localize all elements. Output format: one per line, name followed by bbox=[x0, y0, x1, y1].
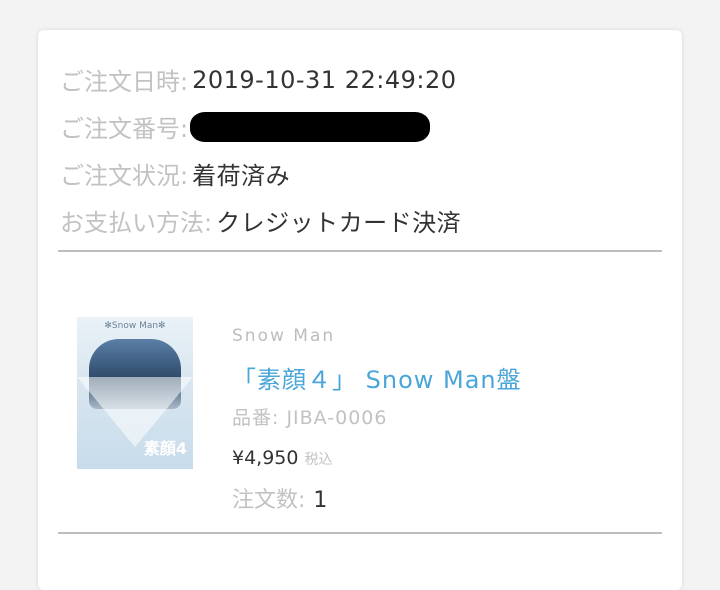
payment-method-value: クレジットカード決済 bbox=[216, 209, 462, 237]
price-value: ¥4,950 bbox=[232, 447, 299, 469]
product-price: ¥4,950 税込 bbox=[232, 447, 332, 469]
order-number-label: ご注文番号: bbox=[60, 115, 189, 143]
order-date-value: 2019-10-31 22:49:20 bbox=[192, 65, 457, 94]
order-date-label: ご注文日時: bbox=[60, 68, 189, 96]
order-number-row: ご注文番号: bbox=[60, 103, 660, 150]
product-thumbnail[interactable]: ✻Snow Man✻ 素顔4 bbox=[77, 317, 193, 469]
payment-method-label: お支払い方法: bbox=[60, 209, 213, 237]
product-artist: Snow Man bbox=[232, 326, 336, 346]
order-status-row: ご注文状況: 着荷済み bbox=[60, 150, 660, 197]
payment-method-row: お支払い方法: クレジットカード決済 bbox=[60, 197, 660, 244]
product-quantity: 注文数: 1 bbox=[232, 482, 327, 514]
order-date-row: ご注文日時: 2019-10-31 22:49:20 bbox=[60, 56, 660, 103]
thumbnail-title-mark: 素顔4 bbox=[143, 439, 187, 458]
quantity-value: 1 bbox=[313, 488, 328, 513]
product-title-link[interactable]: 「素顔４」 Snow Man盤 bbox=[232, 360, 522, 395]
order-number-redaction bbox=[190, 111, 431, 142]
product-item: ✻Snow Man✻ 素顔4 Snow Man 「素顔４」 Snow Man盤 … bbox=[38, 252, 682, 532]
tax-note: 税込 bbox=[304, 452, 333, 468]
order-card: ご注文日時: 2019-10-31 22:49:20 ご注文番号: ご注文状況:… bbox=[38, 30, 682, 590]
divider bbox=[58, 532, 662, 534]
order-status-value: 着荷済み bbox=[192, 162, 291, 190]
thumbnail-logo: ✻Snow Man✻ bbox=[104, 321, 166, 331]
product-code: 品番: JIBA-0006 bbox=[232, 407, 388, 429]
order-info: ご注文日時: 2019-10-31 22:49:20 ご注文番号: ご注文状況:… bbox=[60, 56, 660, 244]
order-status-label: ご注文状況: bbox=[60, 162, 189, 190]
quantity-label: 注文数: bbox=[232, 488, 306, 513]
